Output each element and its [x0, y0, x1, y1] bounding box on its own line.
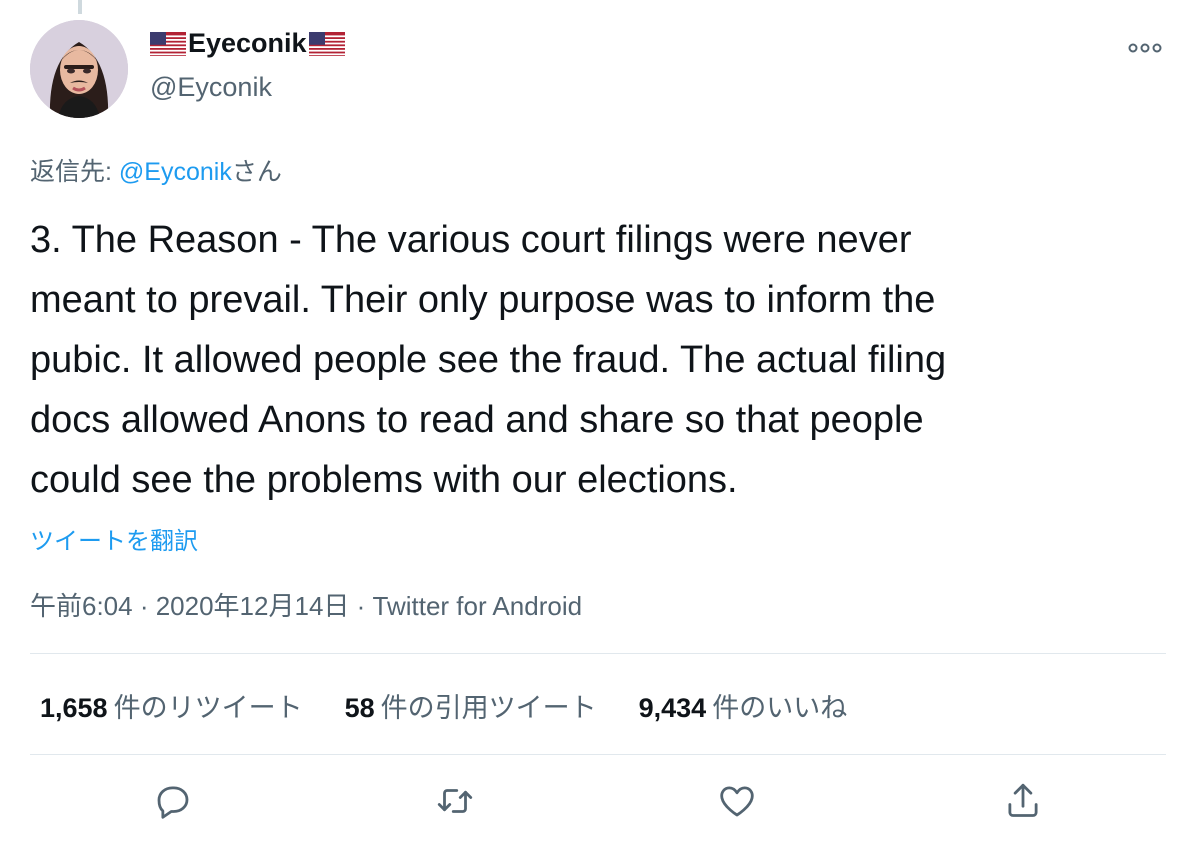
share-icon[interactable]	[1002, 780, 1050, 828]
display-name[interactable]: Eyeconik	[188, 28, 307, 59]
retweets-label: 件のリツイート	[113, 693, 303, 723]
tweet-actions-bar	[0, 780, 1196, 832]
user-handle[interactable]: @Eyconik	[150, 72, 272, 103]
us-flag-icon	[150, 31, 186, 56]
author-name-row[interactable]: Eyeconik	[150, 28, 345, 59]
avatar[interactable]	[30, 20, 128, 118]
translate-tweet-link[interactable]: ツイートを翻訳	[30, 521, 198, 556]
likes-count: 9,434	[638, 693, 707, 723]
quotes-stat[interactable]: 58 件の引用ツイート	[345, 686, 597, 725]
more-options-icon[interactable]	[1128, 30, 1162, 61]
divider	[30, 653, 1166, 654]
thread-connector-line	[78, 0, 82, 14]
quotes-label: 件の引用ツイート	[380, 693, 597, 723]
likes-stat[interactable]: 9,434 件のいいね	[639, 686, 848, 725]
avatar-illustration	[30, 20, 128, 118]
retweet-icon[interactable]	[434, 780, 482, 828]
meta-separator: ·	[132, 591, 156, 621]
reply-mention-link[interactable]: @Eyconik	[119, 158, 232, 186]
replying-to-prefix: 返信先:	[30, 158, 119, 186]
tweet-text: 3. The Reason - The various court filing…	[30, 219, 947, 501]
likes-label: 件のいいね	[712, 693, 848, 723]
divider	[30, 754, 1166, 755]
tweet-time[interactable]: 午前6:04	[30, 591, 133, 621]
like-icon[interactable]	[716, 780, 764, 828]
meta-separator: ·	[349, 591, 373, 621]
tweet-date[interactable]: 2020年12月14日	[156, 591, 350, 621]
retweets-stat[interactable]: 1,658 件のリツイート	[40, 686, 303, 725]
engagement-stats: 1,658 件のリツイート 58 件の引用ツイート 9,434 件のいいね	[40, 686, 847, 725]
reply-icon[interactable]	[152, 780, 200, 828]
quotes-count: 58	[344, 693, 375, 723]
tweet-source[interactable]: Twitter for Android	[373, 591, 583, 621]
tweet-metadata: 午前6:04 · 2020年12月14日 · Twitter for Andro…	[30, 586, 582, 623]
retweets-count: 1,658	[40, 693, 108, 723]
replying-to: 返信先: @Eyconikさん	[30, 152, 282, 188]
us-flag-icon	[308, 31, 345, 56]
replying-to-suffix: さん	[231, 158, 282, 186]
